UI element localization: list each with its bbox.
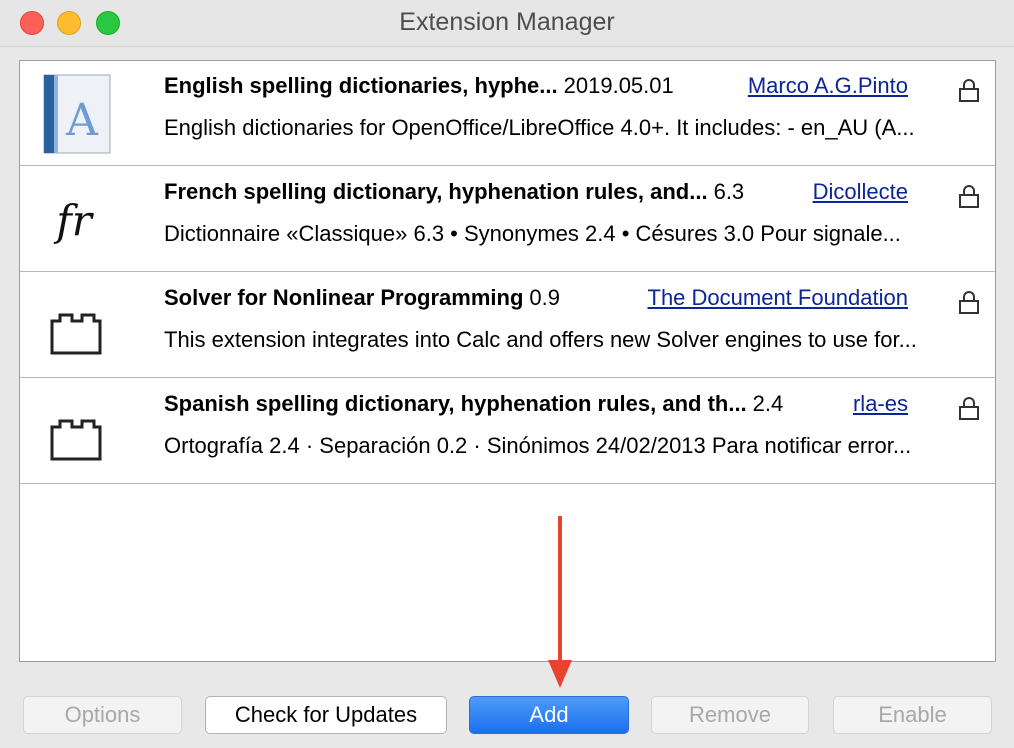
extension-author-link[interactable]: Marco A.G.Pinto [741,73,908,99]
options-button[interactable]: Options [23,696,182,734]
extension-version: 2.4 [752,391,784,416]
extension-description: Ortografía 2.4 · Separación 0.2 · Sinóni… [164,433,912,458]
extension-title-line: Solver for Nonlinear Programming 0.9 The … [164,285,908,311]
lock-icon [959,79,979,102]
remove-button[interactable]: Remove [651,696,809,734]
lock-icon [959,185,979,208]
extension-name: Spanish spelling dictionary, hyphenation… [164,391,747,416]
puzzle-block-icon [50,419,102,461]
extension-row[interactable]: Solver for Nonlinear Programming 0.9 The … [20,273,995,378]
extension-author-link[interactable]: Dicollecte [806,179,908,205]
add-button[interactable]: Add [469,696,629,734]
extension-version: 6.3 [713,179,745,204]
annotation-arrow-icon [548,516,572,688]
extension-version: 2019.05.01 [563,73,674,98]
extension-title-line: Spanish spelling dictionary, hyphenation… [164,391,908,417]
extension-row[interactable]: fr French spelling dictionary, hyphenati… [20,167,995,272]
title-bar: Extension Manager [0,0,1014,47]
extension-list[interactable]: A English spelling dictionaries, hyphe..… [19,60,996,662]
extension-description: Dictionnaire «Classique» 6.3 • Synonymes… [164,221,901,246]
dictionary-book-icon: A [43,74,111,154]
extension-description: English dictionaries for OpenOffice/Libr… [164,115,915,140]
extension-title-line: English spelling dictionaries, hyphe... 2… [164,73,908,99]
extension-manager-window: Extension Manager A English spelling dic… [0,0,1014,748]
lock-icon [959,397,979,420]
window-title: Extension Manager [399,8,615,36]
fr-text-icon: fr [53,196,95,245]
enable-button[interactable]: Enable [833,696,992,734]
svg-text:fr: fr [53,196,95,245]
check-for-updates-button[interactable]: Check for Updates [205,696,447,734]
extension-row[interactable]: Spanish spelling dictionary, hyphenation… [20,379,995,484]
extension-name: Solver for Nonlinear Programming [164,285,524,310]
extension-author-link[interactable]: The Document Foundation [641,285,908,311]
extension-name: French spelling dictionary, hyphenation … [164,179,708,204]
extension-description: This extension integrates into Calc and … [164,327,917,352]
lock-icon [959,291,979,314]
extension-author-link[interactable]: rla-es [846,391,908,417]
svg-text:A: A [65,95,99,146]
extension-name: English spelling dictionaries, hyphe... [164,73,558,98]
extension-row[interactable]: A English spelling dictionaries, hyphe..… [20,61,995,166]
extension-title-line: French spelling dictionary, hyphenation … [164,179,908,205]
puzzle-block-icon [50,313,102,355]
extension-version: 0.9 [529,285,560,310]
